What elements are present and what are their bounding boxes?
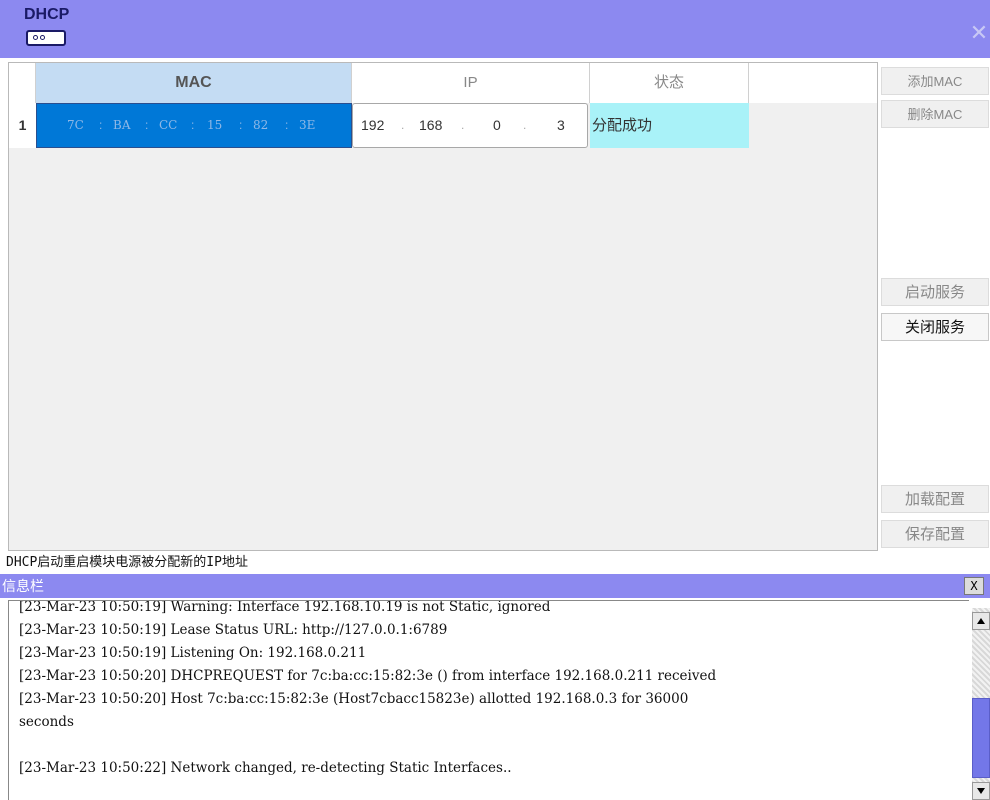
logo-dot — [33, 35, 38, 40]
mac-octet[interactable]: 82 — [253, 104, 268, 147]
log-line: seconds — [19, 714, 74, 730]
logo-dot — [40, 35, 45, 40]
status-cell: 分配成功 — [590, 103, 749, 148]
info-panel-header: 信息栏 X — [0, 574, 990, 598]
ip-separator: . — [401, 118, 405, 132]
row-number: 1 — [9, 103, 36, 148]
stop-service-button[interactable]: 关闭服务 — [881, 313, 989, 341]
ip-octet[interactable]: 168 — [419, 104, 442, 147]
title-bar: DHCP ✕ — [0, 0, 990, 58]
info-panel-close-button[interactable]: X — [964, 577, 984, 595]
mac-octet[interactable]: BA — [113, 104, 130, 147]
delete-mac-button[interactable]: 删除MAC — [881, 100, 989, 128]
log-line: [23-Mar-23 10:50:20] DHCPREQUEST for 7c:… — [19, 668, 717, 684]
info-panel-title: 信息栏 — [2, 578, 44, 594]
dhcp-logo-icon: DHCP — [20, 6, 70, 52]
log-line: [23-Mar-23 10:50:20] Host 7c:ba:cc:15:82… — [19, 691, 689, 707]
scroll-up-icon[interactable] — [972, 612, 990, 630]
ip-address-field[interactable]: 192 . 168 . 0 . 3 — [352, 103, 588, 148]
status-message: DHCP启动重启模块电源被分配新的IP地址 — [6, 555, 248, 570]
mac-octet[interactable]: 3E — [299, 104, 315, 147]
save-config-button[interactable]: 保存配置 — [881, 520, 989, 548]
log-output[interactable]: [23-Mar-23 10:50:19] Warning: Interface … — [8, 600, 969, 800]
column-header-empty — [749, 63, 877, 103]
add-mac-button[interactable]: 添加MAC — [881, 67, 989, 95]
ip-octet[interactable]: 192 — [361, 104, 384, 147]
column-header-mac[interactable]: MAC — [36, 63, 352, 103]
mac-octet[interactable]: 7C — [67, 104, 84, 147]
scroll-down-icon[interactable] — [972, 782, 990, 800]
start-service-button[interactable]: 启动服务 — [881, 278, 989, 306]
mac-separator: : — [191, 118, 195, 132]
logo-text: DHCP — [24, 6, 70, 23]
row-number-header — [9, 63, 36, 103]
mac-separator: : — [99, 118, 103, 132]
close-icon[interactable]: ✕ — [968, 22, 990, 44]
mac-separator: : — [145, 118, 149, 132]
table-row[interactable]: 1 7C : BA : CC : 15 : 82 : 3E 192 . 168 … — [9, 103, 877, 148]
ip-octet[interactable]: 0 — [493, 104, 501, 147]
log-line: [23-Mar-23 10:50:19] Lease Status URL: h… — [19, 622, 448, 638]
ip-separator: . — [461, 118, 465, 132]
mac-separator: : — [239, 118, 243, 132]
load-config-button[interactable]: 加载配置 — [881, 485, 989, 513]
column-header-ip[interactable]: IP — [352, 63, 590, 103]
ip-octet[interactable]: 3 — [557, 104, 565, 147]
log-line: [23-Mar-23 10:50:22] Network changed, re… — [19, 760, 512, 776]
empty-cell — [749, 103, 877, 148]
log-line: [23-Mar-23 10:50:19] Warning: Interface … — [19, 600, 551, 615]
log-line: [23-Mar-23 10:50:19] Listening On: 192.1… — [19, 645, 367, 661]
mac-octet[interactable]: 15 — [207, 104, 222, 147]
mac-separator: : — [285, 118, 289, 132]
log-scrollbar[interactable] — [972, 608, 990, 800]
mac-octet[interactable]: CC — [159, 104, 177, 147]
ip-separator: . — [523, 118, 527, 132]
scroll-thumb[interactable] — [972, 698, 990, 778]
mac-ip-table: MAC IP 状态 1 7C : BA : CC : 15 : 82 : 3E … — [8, 62, 878, 551]
logo-device-shape — [26, 30, 66, 46]
mac-address-field[interactable]: 7C : BA : CC : 15 : 82 : 3E — [36, 103, 352, 148]
column-header-status[interactable]: 状态 — [590, 63, 749, 103]
